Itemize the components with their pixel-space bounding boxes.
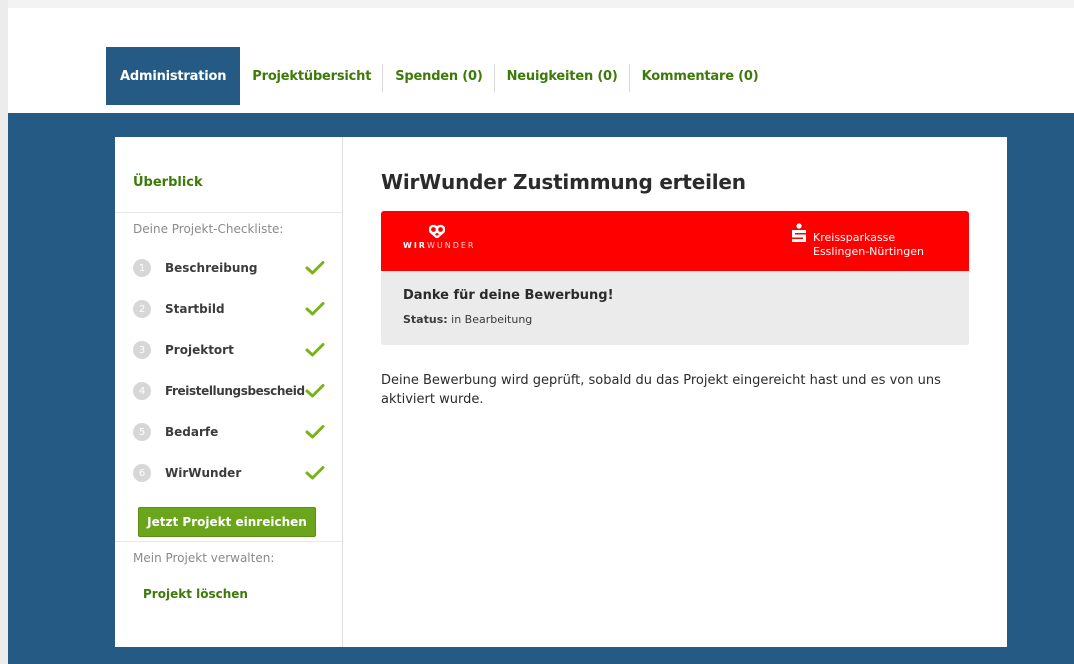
tab-projektuebersicht[interactable]: Projektübersicht xyxy=(240,47,384,105)
divider xyxy=(115,212,342,213)
checklist-step-bedarfe[interactable]: 5 Bedarfe xyxy=(133,420,325,444)
step-label: WirWunder xyxy=(165,466,242,480)
window-top-edge xyxy=(8,0,1074,8)
checklist-heading: Deine Projekt-Checkliste: xyxy=(133,222,284,236)
step-number-badge: 5 xyxy=(133,423,151,441)
admin-panel: Überblick Deine Projekt-Checkliste: 1 Be… xyxy=(115,137,1007,647)
checklist-step-wirwunder[interactable]: 6 WirWunder xyxy=(133,461,325,485)
delete-project-link[interactable]: Projekt löschen xyxy=(143,587,248,601)
kreissparkasse-logo: Kreissparkasse Esslingen-Nürtingen xyxy=(787,223,947,261)
step-label: Beschreibung xyxy=(165,261,258,275)
step-label: Projektort xyxy=(165,343,234,357)
checklist-step-beschreibung[interactable]: 1 Beschreibung xyxy=(133,256,325,280)
tab-label: Projektübersicht xyxy=(252,68,372,84)
wordmark-thin: WUNDER xyxy=(426,241,476,250)
checkmark-icon xyxy=(305,466,325,480)
divider xyxy=(115,541,342,542)
tab-neuigkeiten[interactable]: Neuigkeiten (0) xyxy=(495,47,630,105)
tab-kommentare[interactable]: Kommentare (0) xyxy=(630,47,771,105)
step-number-badge: 4 xyxy=(133,382,151,400)
wirwunder-status-card: WIRWUNDER Kreissparkasse Esslingen-Nürti… xyxy=(381,211,969,345)
status-value: in Bearbeitung xyxy=(451,313,533,326)
main-content: WirWunder Zustimmung erteilen WIRWUNDER xyxy=(343,137,1007,647)
wirwunder-logo: WIRWUNDER xyxy=(403,224,483,250)
status-box: Danke für deine Bewerbung! Status: in Be… xyxy=(381,271,969,345)
page-title: WirWunder Zustimmung erteilen xyxy=(381,170,746,194)
step-label: Freistellungsbescheid xyxy=(165,384,305,398)
submit-project-button[interactable]: Jetzt Projekt einreichen xyxy=(138,507,316,537)
wirwunder-wordmark: WIRWUNDER xyxy=(403,241,483,250)
checklist-step-freistellungsbescheid[interactable]: 4 Freistellungsbescheid xyxy=(133,379,325,403)
step-number-badge: 2 xyxy=(133,300,151,318)
checkmark-icon xyxy=(305,343,325,357)
status-line: Status: in Bearbeitung xyxy=(403,313,532,326)
tab-label: Spenden (0) xyxy=(395,68,483,84)
window-edge xyxy=(0,0,8,664)
sidebar: Überblick Deine Projekt-Checkliste: 1 Be… xyxy=(115,137,343,647)
status-label: Status: xyxy=(403,313,448,326)
checkmark-icon xyxy=(305,425,325,439)
checkmark-icon xyxy=(305,384,325,398)
tab-label: Neuigkeiten (0) xyxy=(506,68,618,84)
checklist-step-projektort[interactable]: 3 Projektort xyxy=(133,338,325,362)
tab-administration[interactable]: Administration xyxy=(106,47,241,105)
tab-label: Kommentare (0) xyxy=(641,68,759,84)
sidebar-item-ueberblick[interactable]: Überblick xyxy=(133,175,203,190)
project-tabs: Administration Projektübersicht Spenden … xyxy=(106,47,770,105)
step-number-badge: 1 xyxy=(133,259,151,277)
tab-spenden[interactable]: Spenden (0) xyxy=(383,47,495,105)
step-number-badge: 6 xyxy=(133,464,151,482)
step-label: Startbild xyxy=(165,302,225,316)
wirwunder-heart-icon xyxy=(429,224,445,238)
thanks-message: Danke für deine Bewerbung! xyxy=(403,288,614,303)
sparkasse-s-icon xyxy=(792,223,806,242)
checkmark-icon xyxy=(305,261,325,275)
sponsor-banner: WIRWUNDER Kreissparkasse Esslingen-Nürti… xyxy=(381,211,969,271)
sponsor-name-line1: Kreissparkasse xyxy=(813,231,896,244)
wordmark-bold: WIR xyxy=(403,241,427,250)
sponsor-name-line2: Esslingen-Nürtingen xyxy=(813,245,924,258)
checkmark-icon xyxy=(305,302,325,316)
tab-label: Administration xyxy=(120,68,227,84)
checklist-step-startbild[interactable]: 2 Startbild xyxy=(133,297,325,321)
info-text: Deine Bewerbung wird geprüft, sobald du … xyxy=(381,373,941,407)
manage-heading: Mein Projekt verwalten: xyxy=(133,551,275,565)
step-label: Bedarfe xyxy=(165,425,219,439)
step-number-badge: 3 xyxy=(133,341,151,359)
